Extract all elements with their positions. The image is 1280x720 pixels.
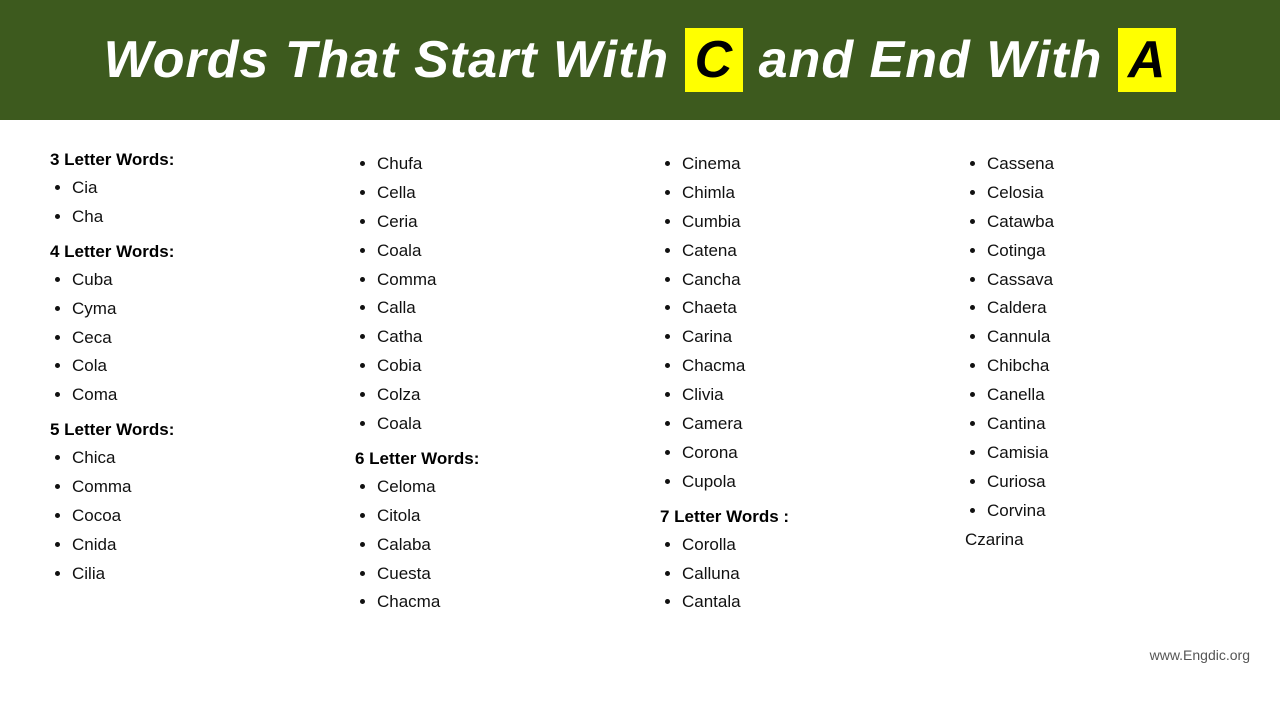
list-item: Corona	[682, 439, 925, 468]
list-item: Cia	[72, 174, 315, 203]
list-item: Catena	[682, 237, 925, 266]
list-item: Catha	[377, 323, 620, 352]
list-item: Cumbia	[682, 208, 925, 237]
list-item: Corvina	[987, 497, 1230, 526]
list-item: Citola	[377, 502, 620, 531]
list-item: Cassena	[987, 150, 1230, 179]
list-item: Cella	[377, 179, 620, 208]
section-heading-0-0: 3 Letter Words:	[50, 150, 315, 170]
list-item: Caldera	[987, 294, 1230, 323]
extra-word: Czarina	[965, 530, 1230, 550]
word-list-1-0: ChufaCellaCeriaCoalaCommaCallaCathaCobia…	[355, 150, 620, 439]
list-item: Chaeta	[682, 294, 925, 323]
list-item: Cinema	[682, 150, 925, 179]
list-item: Ceria	[377, 208, 620, 237]
list-item: Cuesta	[377, 560, 620, 589]
list-item: Celoma	[377, 473, 620, 502]
list-item: Catawba	[987, 208, 1230, 237]
list-item: Calla	[377, 294, 620, 323]
list-item: Celosia	[987, 179, 1230, 208]
footer: www.Engdic.org	[0, 641, 1280, 671]
list-item: Cannula	[987, 323, 1230, 352]
list-item: Cyma	[72, 295, 315, 324]
highlight-a: A	[1118, 28, 1177, 92]
page-header: Words That Start With C and End With A	[0, 0, 1280, 120]
content-area: 3 Letter Words: CiaCha 4 Letter Words: Cuba…	[0, 120, 1280, 641]
list-item: Canella	[987, 381, 1230, 410]
column-2: ChufaCellaCeriaCoalaCommaCallaCathaCobia…	[345, 140, 630, 621]
list-item: Camisia	[987, 439, 1230, 468]
list-item: Chacma	[377, 588, 620, 617]
list-item: Cobia	[377, 352, 620, 381]
list-item: Cilia	[72, 560, 315, 589]
title-prefix: Words That Start With	[104, 31, 670, 89]
list-item: Curiosa	[987, 468, 1230, 497]
column-4: CassenaCelosiaCatawbaCotingaCassavaCalde…	[955, 140, 1240, 621]
page-title: Words That Start With C and End With A	[40, 28, 1240, 92]
highlight-c: C	[685, 28, 744, 92]
list-item: Corolla	[682, 531, 925, 560]
list-item: Cupola	[682, 468, 925, 497]
list-item: Cantina	[987, 410, 1230, 439]
list-item: Calluna	[682, 560, 925, 589]
list-item: Coma	[72, 381, 315, 410]
list-item: Chica	[72, 444, 315, 473]
title-middle: and End With	[759, 31, 1103, 89]
list-item: Cuba	[72, 266, 315, 295]
list-item: Coala	[377, 410, 620, 439]
word-list-2-0: CinemaChimlaCumbiaCatenaCanchaChaetaCari…	[660, 150, 925, 497]
column-1: 3 Letter Words: CiaCha 4 Letter Words: Cuba…	[40, 140, 325, 621]
list-item: Cotinga	[987, 237, 1230, 266]
section-heading-0-2: 5 Letter Words:	[50, 420, 315, 440]
list-item: Cnida	[72, 531, 315, 560]
list-item: Cantala	[682, 588, 925, 617]
list-item: Cassava	[987, 266, 1230, 295]
section-heading-1-1: 6 Letter Words:	[355, 449, 620, 469]
word-list-1-1: CelomaCitolaCalabaCuestaChacma	[355, 473, 620, 617]
list-item: Cocoa	[72, 502, 315, 531]
list-item: Comma	[72, 473, 315, 502]
list-item: Colza	[377, 381, 620, 410]
column-3: CinemaChimlaCumbiaCatenaCanchaChaetaCari…	[650, 140, 935, 621]
list-item: Coala	[377, 237, 620, 266]
section-heading-0-1: 4 Letter Words:	[50, 242, 315, 262]
list-item: Chufa	[377, 150, 620, 179]
word-list-3-0: CassenaCelosiaCatawbaCotingaCassavaCalde…	[965, 150, 1230, 526]
section-heading-2-1: 7 Letter Words :	[660, 507, 925, 527]
list-item: Camera	[682, 410, 925, 439]
list-item: Chimla	[682, 179, 925, 208]
list-item: Comma	[377, 266, 620, 295]
list-item: Ceca	[72, 324, 315, 353]
word-list-0-0: CiaCha	[50, 174, 315, 232]
word-list-0-2: ChicaCommaCocoaCnidaCilia	[50, 444, 315, 588]
word-list-2-1: CorollaCallunaCantala	[660, 531, 925, 618]
list-item: Carina	[682, 323, 925, 352]
list-item: Cancha	[682, 266, 925, 295]
list-item: Cha	[72, 203, 315, 232]
list-item: Chacma	[682, 352, 925, 381]
list-item: Calaba	[377, 531, 620, 560]
list-item: Chibcha	[987, 352, 1230, 381]
list-item: Cola	[72, 352, 315, 381]
list-item: Clivia	[682, 381, 925, 410]
word-list-0-1: CubaCymaCecaColaComa	[50, 266, 315, 410]
website-url: www.Engdic.org	[1150, 647, 1250, 663]
